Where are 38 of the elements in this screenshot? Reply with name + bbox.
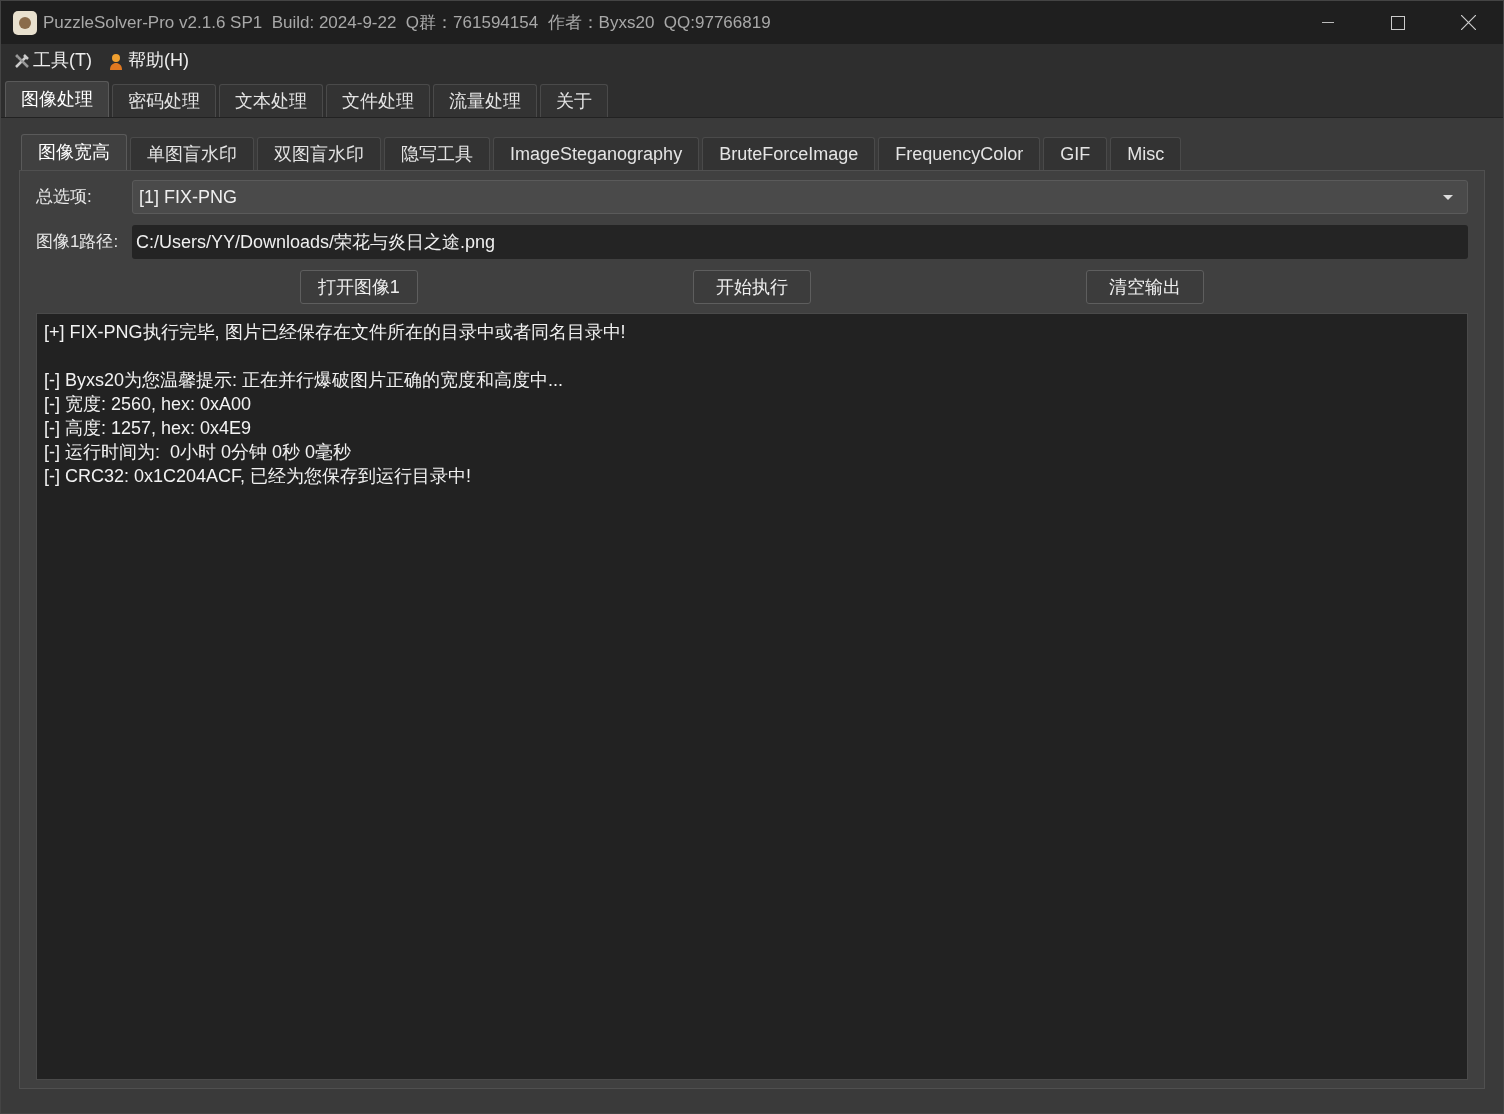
action-button[interactable]: 开始执行 xyxy=(693,270,811,304)
tab[interactable]: 图像宽高 xyxy=(21,134,127,170)
tab[interactable]: 流量处理 xyxy=(433,84,537,117)
tab[interactable]: BruteForceImage xyxy=(702,137,876,170)
minimize-icon xyxy=(1322,21,1334,24)
output-line: [-] Byxs20为您温馨提示: 正在并行爆破图片正确的宽度和高度中... xyxy=(44,369,564,392)
window-title: PuzzleSolver-Pro v2.1.6 SP1 Build: 2024-9-22 Q群：761594154 作者：Byxs20 QQ:97766819 xyxy=(43,11,771,34)
output-line: [-] CRC32: 0x1C204ACF, 已经为您保存到运行目录中! xyxy=(44,465,472,488)
tab[interactable]: 文本处理 xyxy=(219,84,323,117)
tab[interactable]: 密码处理 xyxy=(112,84,216,117)
menu-item[interactable]: 帮助(H) xyxy=(108,47,189,74)
tab[interactable]: ImageSteganography xyxy=(493,137,700,170)
output-line: [-] 运行时间为: 0小时 0分钟 0秒 0毫秒 xyxy=(44,441,352,464)
output-line: [-] 宽度: 2560, hex: 0xA00 xyxy=(44,393,252,416)
tab[interactable]: 文件处理 xyxy=(326,84,430,117)
menu-item[interactable]: 工具(T) xyxy=(13,47,92,74)
tools-icon xyxy=(13,51,31,70)
close-icon xyxy=(1460,15,1476,30)
action-button[interactable]: 打开图像1 xyxy=(299,270,418,304)
tab[interactable]: 双图盲水印 xyxy=(257,137,381,170)
app-logo-icon xyxy=(13,10,37,35)
output-line: [-] 高度: 1257, hex: 0x4E9 xyxy=(44,417,252,440)
option-label: 总选项: xyxy=(36,186,93,209)
tab[interactable]: FrequencyColor xyxy=(878,137,1041,170)
caret-icon xyxy=(1443,194,1453,200)
tab[interactable]: 隐写工具 xyxy=(384,137,490,170)
option-dropdown[interactable]: [1] FIX-PNG xyxy=(132,180,1468,214)
path-label: 图像1路径: xyxy=(36,231,120,254)
tab[interactable]: 关于 xyxy=(540,84,608,117)
output-line: [+] FIX-PNG执行完毕, 图片已经保存在文件所在的目录中或者同名目录中! xyxy=(44,321,626,344)
path-field[interactable]: C:/Users/YY/Downloads/荣花与炎日之途.png xyxy=(132,225,1468,259)
tab[interactable]: 图像处理 xyxy=(5,81,109,117)
tab[interactable]: Misc xyxy=(1110,137,1182,170)
dropdown-value: [1] FIX-PNG xyxy=(139,185,237,209)
maximize-icon xyxy=(1391,15,1405,30)
action-button[interactable]: 清空输出 xyxy=(1086,270,1205,304)
tab[interactable]: GIF xyxy=(1043,137,1108,170)
tab[interactable]: 单图盲水印 xyxy=(130,137,254,170)
